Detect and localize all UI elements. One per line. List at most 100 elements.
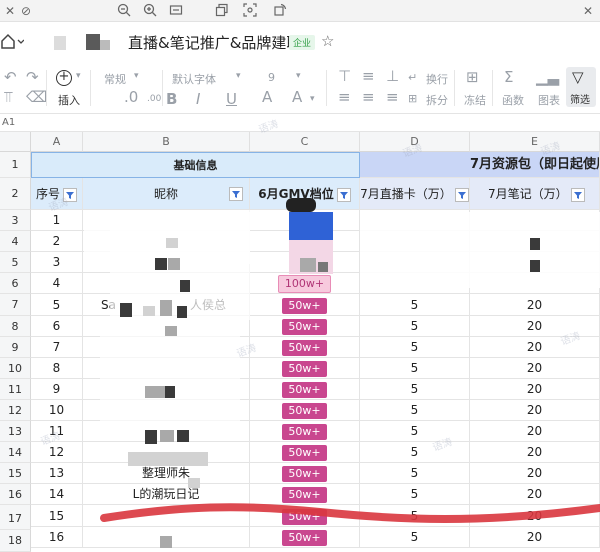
table-cell-e[interactable]: 20 <box>470 463 600 484</box>
decimal-decrease-button[interactable]: .0 <box>124 88 138 106</box>
table-cell-d[interactable]: 5 <box>360 294 470 316</box>
table-cell-seq[interactable]: 14 <box>31 484 83 505</box>
chart-icon[interactable]: ▁▃ <box>536 68 559 86</box>
home-icon[interactable] <box>0 32 25 52</box>
table-cell-gmv[interactable]: 50w+ <box>250 421 360 442</box>
table-cell-e[interactable]: 20 <box>470 484 600 505</box>
table-cell-gmv[interactable]: 50w+ <box>250 484 360 505</box>
row-header[interactable]: 11 <box>0 379 31 400</box>
freeze-button[interactable]: 冻结 <box>464 92 486 108</box>
close-circle-icon[interactable]: ✕ <box>2 3 18 19</box>
table-cell-gmv[interactable]: 50w+ <box>250 316 360 337</box>
table-cell-d[interactable]: 5 <box>360 400 470 421</box>
row-header[interactable]: 9 <box>0 337 31 358</box>
filter-button[interactable]: ▽ 筛选 <box>566 67 596 107</box>
align-left-icon[interactable]: ≡ <box>338 88 351 106</box>
table-cell-seq[interactable]: 1 <box>31 210 83 231</box>
zoom-in-icon[interactable] <box>142 3 158 19</box>
table-cell-seq[interactable]: 7 <box>31 337 83 358</box>
header-notes[interactable]: 7月笔记（万） <box>470 178 600 210</box>
select-all-corner[interactable] <box>0 132 31 152</box>
column-header-e[interactable]: E <box>470 132 600 152</box>
freeze-icon[interactable]: ⊞ <box>466 68 479 86</box>
decimal-increase-button[interactable]: .00 <box>147 94 161 104</box>
table-cell-seq[interactable]: 2 <box>31 231 83 252</box>
row-header[interactable]: 7 <box>0 294 31 316</box>
table-cell-seq[interactable]: 8 <box>31 358 83 379</box>
wrap-button[interactable]: 换行 <box>426 71 448 87</box>
table-cell-seq[interactable]: 3 <box>31 252 83 273</box>
table-cell-d[interactable]: 5 <box>360 421 470 442</box>
row-header[interactable]: 15 <box>0 463 31 484</box>
chevron-down-icon[interactable]: ▾ <box>310 94 315 104</box>
table-cell-seq[interactable]: 12 <box>31 442 83 463</box>
table-cell-gmv[interactable]: 50w+ <box>250 442 360 463</box>
screenshot-icon[interactable] <box>242 3 258 19</box>
font-size-select[interactable]: 9 <box>268 71 275 84</box>
align-middle-icon[interactable]: ≡ <box>362 67 375 85</box>
chart-button[interactable]: 图表 <box>538 92 560 108</box>
table-cell-d[interactable]: 5 <box>360 316 470 337</box>
table-cell-d[interactable]: 5 <box>360 379 470 400</box>
table-cell-seq[interactable]: 5 <box>31 294 83 316</box>
split-button[interactable]: 拆分 <box>426 92 448 108</box>
zoom-out-icon[interactable] <box>116 3 132 19</box>
table-cell-seq[interactable]: 9 <box>31 379 83 400</box>
table-cell-gmv[interactable]: 100w+ <box>250 273 360 294</box>
table-cell-e[interactable]: 20 <box>470 421 600 442</box>
table-cell-gmv[interactable]: 50w+ <box>250 505 360 527</box>
table-cell-nick[interactable]: L的潮玩日记 <box>83 484 250 505</box>
row-header[interactable]: 14 <box>0 442 31 463</box>
column-header-b[interactable]: B <box>83 132 250 152</box>
column-header-c[interactable]: C <box>250 132 360 152</box>
table-cell-e[interactable]: 20 <box>470 358 600 379</box>
document-title[interactable]: 直播&笔记推广&品牌建联 <box>128 32 301 53</box>
table-cell-d[interactable]: 5 <box>360 527 470 548</box>
insert-plus-icon[interactable]: + <box>56 70 72 86</box>
table-cell-d[interactable]: 5 <box>360 337 470 358</box>
align-top-icon[interactable]: ⊤ <box>338 67 351 85</box>
chevron-down-icon[interactable]: ▾ <box>296 71 301 81</box>
row-header[interactable]: 3 <box>0 210 31 231</box>
table-cell-seq[interactable]: 4 <box>31 273 83 294</box>
clear-format-icon[interactable]: ⌫ <box>26 88 47 106</box>
function-button[interactable]: 函数 <box>502 92 524 108</box>
table-cell-e[interactable]: 20 <box>470 379 600 400</box>
table-cell-seq[interactable]: 15 <box>31 505 83 527</box>
header-july-resource[interactable]: 7月资源包（即日起使用） <box>360 152 600 178</box>
table-cell-gmv[interactable]: 50w+ <box>250 463 360 484</box>
table-cell-seq[interactable]: 13 <box>31 463 83 484</box>
copy-icon[interactable] <box>214 3 230 19</box>
redo-icon[interactable]: ↷ <box>26 68 39 86</box>
wrap-icon[interactable]: ↵ <box>408 71 417 84</box>
table-cell-nick[interactable]: 整理师朱 <box>83 463 250 484</box>
table-cell-gmv[interactable]: 50w+ <box>250 294 360 316</box>
table-cell-d[interactable]: 5 <box>360 358 470 379</box>
italic-button[interactable]: I <box>196 90 200 108</box>
fit-screen-icon[interactable] <box>168 3 184 19</box>
row-header[interactable]: 4 <box>0 231 31 252</box>
table-cell-e[interactable]: 20 <box>470 294 600 316</box>
format-painter-icon[interactable]: ⫪ <box>4 88 12 106</box>
filter-icon[interactable] <box>336 187 351 202</box>
filter-icon[interactable] <box>454 187 469 202</box>
chevron-down-icon[interactable]: ▾ <box>236 71 241 81</box>
table-cell-seq[interactable]: 16 <box>31 527 83 548</box>
underline-button[interactable]: U <box>226 90 237 108</box>
table-cell-d[interactable]: 5 <box>360 484 470 505</box>
table-cell-gmv[interactable]: 50w+ <box>250 337 360 358</box>
table-cell-d[interactable]: 5 <box>360 505 470 527</box>
align-center-icon[interactable]: ≡ <box>362 88 375 106</box>
column-header-a[interactable]: A <box>31 132 83 152</box>
font-color-button[interactable]: A <box>262 88 272 106</box>
row-header[interactable]: 13 <box>0 421 31 442</box>
bold-button[interactable]: B <box>166 90 177 108</box>
header-live-card[interactable]: 7月直播卡（万） <box>360 178 470 210</box>
align-bottom-icon[interactable]: ⊥ <box>386 67 399 85</box>
block-icon[interactable]: ⊘ <box>18 3 34 19</box>
table-cell-gmv[interactable]: 50w+ <box>250 358 360 379</box>
row-header[interactable]: 5 <box>0 252 31 273</box>
close-icon[interactable]: ✕ <box>580 3 596 19</box>
header-basic-info[interactable]: 基础信息 <box>31 152 360 178</box>
font-family-select[interactable]: 默认字体 <box>172 71 216 87</box>
